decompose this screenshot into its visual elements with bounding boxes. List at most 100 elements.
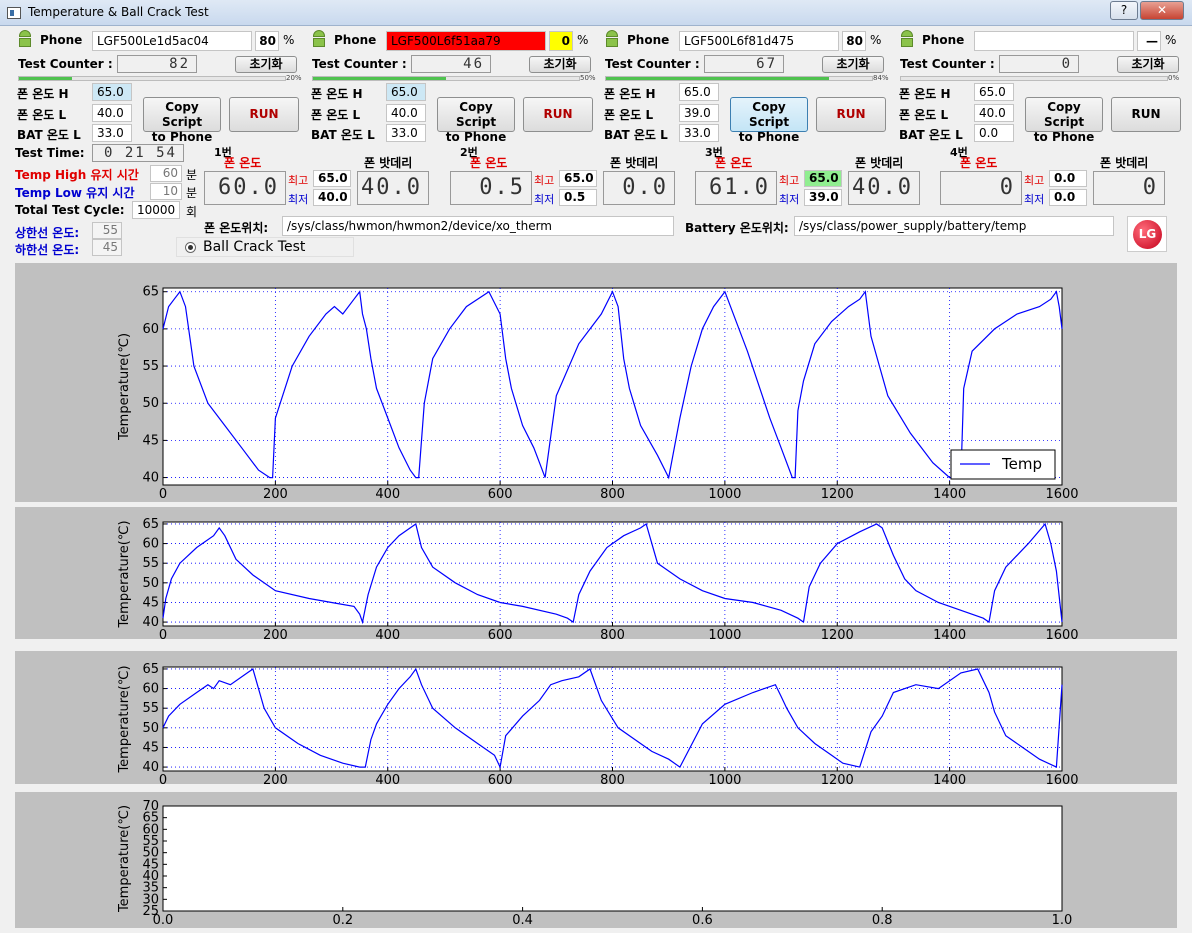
test-counter-display: 46 [411, 55, 491, 73]
phone-panel-4: Phone — % Test Counter : 0 초기화 0% 폰 온도 H… [897, 28, 1189, 146]
test-counter-label: Test Counter : [18, 57, 113, 71]
reset-button[interactable]: 초기화 [235, 56, 297, 73]
phone-name-input[interactable] [974, 31, 1134, 51]
bat-l-input[interactable]: 33.0 [92, 124, 132, 142]
battery-percent: 80 [842, 31, 866, 51]
temp-high-input[interactable]: 60 [150, 165, 182, 182]
phone-name-input[interactable]: LGF500L6f81d475 [679, 31, 839, 51]
bat-l-label: BAT 온도 L [17, 128, 81, 142]
ball-crack-label: Ball Crack Test [203, 239, 306, 255]
battery-temp-display: 0 [1093, 171, 1165, 205]
temp-h-input[interactable]: 65.0 [386, 83, 426, 101]
copy-script-line2: to Phone [738, 130, 800, 144]
help-button[interactable]: ? [1110, 1, 1138, 20]
battery-percent: — [1137, 31, 1161, 51]
temp-group-1: 1번 폰 온도 폰 밧데리 60.0 최고 65.0 최저 40.0 40.0 [204, 146, 434, 209]
test-progress-bar [605, 76, 873, 81]
ball-crack-radio[interactable]: Ball Crack Test [176, 237, 354, 257]
temp-h-input[interactable]: 65.0 [92, 83, 132, 101]
battery-temp-display: 0.0 [603, 171, 675, 205]
upper-limit-input[interactable]: 55 [92, 222, 122, 239]
phone-label: Phone [334, 33, 377, 47]
total-cycle-unit: 회 [186, 205, 198, 219]
temp-low-label: Temp Low 유지 시간 [15, 186, 135, 200]
window-titlebar: Temperature & Ball Crack Test ? ✕ [0, 0, 1192, 26]
max-label: 최고 [1024, 174, 1045, 187]
run-button[interactable]: RUN [229, 97, 299, 132]
temp-low-input[interactable]: 10 [150, 183, 182, 200]
temp-l-label: 폰 온도 L [17, 108, 67, 122]
temp-l-input[interactable]: 40.0 [92, 104, 132, 122]
battery-path-input[interactable]: /sys/class/power_supply/battery/temp [794, 216, 1114, 236]
copy-script-button[interactable]: Copy Script to Phone [1025, 97, 1103, 144]
test-progress-bar [18, 76, 286, 81]
radio-dot-icon [185, 242, 196, 253]
phone-name-input[interactable]: LGF500Le1d5ac04 [92, 31, 252, 51]
close-button[interactable]: ✕ [1140, 1, 1184, 20]
min-value: 0.5 [559, 189, 597, 206]
temp-l-input[interactable]: 39.0 [679, 104, 719, 122]
progress-percent: 50% [580, 74, 596, 82]
bat-l-label: BAT 온도 L [311, 128, 375, 142]
phone-temp-label: 폰 온도 [960, 156, 998, 170]
max-value: 65.0 [804, 170, 842, 187]
lg-logo-mark: LG [1133, 220, 1162, 249]
temp-h-input[interactable]: 65.0 [974, 83, 1014, 101]
percent-unit: % [577, 33, 589, 47]
run-button[interactable]: RUN [523, 97, 593, 132]
reset-button[interactable]: 초기화 [822, 56, 884, 73]
temp-h-label: 폰 온도 H [899, 87, 951, 101]
test-time-display: 0 21 54 [92, 144, 184, 162]
temp-l-input[interactable]: 40.0 [974, 104, 1014, 122]
max-label: 최고 [779, 174, 800, 187]
bat-l-input[interactable]: 0.0 [974, 124, 1014, 142]
reset-button[interactable]: 초기화 [1117, 56, 1179, 73]
battery-label: 폰 밧데리 [364, 156, 413, 170]
min-label: 최저 [1024, 193, 1045, 206]
lower-limit-label: 하한선 온도: [15, 243, 80, 257]
phone-temp-display: 0.5 [450, 171, 532, 205]
android-icon [311, 30, 327, 48]
phone-temp-label: 폰 온도 [224, 156, 262, 170]
max-label: 최고 [534, 174, 555, 187]
test-counter-label: Test Counter : [900, 57, 995, 71]
android-icon [604, 30, 620, 48]
copy-script-line1: Copy Script [455, 100, 497, 129]
phone-temp-display: 0 [940, 171, 1022, 205]
battery-percent: 80 [255, 31, 279, 51]
battery-temp-display: 40.0 [357, 171, 429, 205]
run-button[interactable]: RUN [816, 97, 886, 132]
copy-script-button[interactable]: Copy Script to Phone [437, 97, 515, 144]
total-cycle-input[interactable]: 10000 [132, 201, 180, 219]
run-button[interactable]: RUN [1111, 97, 1181, 132]
phone-path-input[interactable]: /sys/class/hwmon/hwmon2/device/xo_therm [282, 216, 674, 236]
temp-low-unit: 분 [186, 186, 198, 200]
app-icon [7, 7, 21, 19]
phone-panel-2: Phone LGF500L6f51aa79 0 % Test Counter :… [309, 28, 601, 146]
test-progress-bar [312, 76, 580, 81]
phone-temp-display: 61.0 [695, 171, 777, 205]
copy-script-line2: to Phone [1033, 130, 1095, 144]
temp-l-input[interactable]: 40.0 [386, 104, 426, 122]
copy-script-line1: Copy Script [161, 100, 203, 129]
temp-group-4: 4번 폰 온도 폰 밧데리 0 최고 0.0 최저 0.0 0 [940, 146, 1170, 209]
phone-panel-3: Phone LGF500L6f81d475 80 % Test Counter … [602, 28, 894, 146]
copy-script-button[interactable]: Copy Script to Phone [730, 97, 808, 144]
test-counter-label: Test Counter : [605, 57, 700, 71]
phone-path-label: 폰 온도위치: [204, 221, 269, 235]
bat-l-input[interactable]: 33.0 [386, 124, 426, 142]
progress-percent: 20% [286, 74, 302, 82]
copy-script-button[interactable]: Copy Script to Phone [143, 97, 221, 144]
progress-percent: 0% [1168, 74, 1180, 82]
reset-button[interactable]: 초기화 [529, 56, 591, 73]
temp-h-label: 폰 온도 H [17, 87, 69, 101]
phone-name-input[interactable]: LGF500L6f51aa79 [386, 31, 546, 51]
temp-group-3: 3번 폰 온도 폰 밧데리 61.0 최고 65.0 최저 39.0 40.0 [695, 146, 925, 209]
copy-script-line2: to Phone [445, 130, 507, 144]
phone-temp-label: 폰 온도 [715, 156, 753, 170]
max-value: 65.0 [313, 170, 351, 187]
bat-l-input[interactable]: 33.0 [679, 124, 719, 142]
lower-limit-input[interactable]: 45 [92, 239, 122, 256]
total-cycle-label: Total Test Cycle: [15, 203, 125, 217]
temp-h-input[interactable]: 65.0 [679, 83, 719, 101]
